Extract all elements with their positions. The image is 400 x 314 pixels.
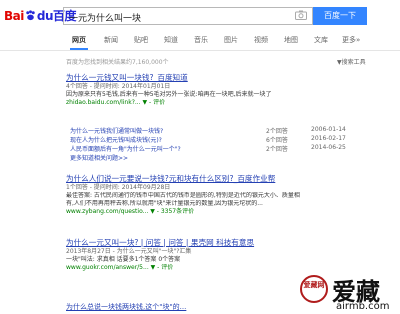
logo-text-du: du (36, 9, 54, 23)
search-tabs: 网页 新闻 贴吧 知道 音乐 图片 视频 地图 文库 更多» (0, 32, 400, 51)
result-url[interactable]: www.guokr.com/answer/5... ▼ - 评价 (66, 264, 326, 272)
seal-logo: 爱藏网 (300, 275, 328, 303)
tab-zhidao[interactable]: 知道 (164, 35, 178, 45)
tab-news[interactable]: 新闻 (104, 35, 118, 45)
result-snippet: 最佳答案: 古代民间通行的钱币中国古代的钱币是圆形的,特别是近代的银元大小、质量… (66, 192, 300, 199)
result-meta: 1个回答 - 提问时间: 2014年09月28日 (66, 184, 171, 191)
result-snippet: 一块"叫法: 求真相 话要多1个答案 0个答案 (66, 256, 181, 263)
more-related-link[interactable]: 更多知道相关问题>> (70, 153, 128, 162)
tab-more[interactable]: 更多» (342, 35, 360, 45)
result-snippet: 因为原来只有5毛钱,后来有一种5毛对另外一张说:咱再在一块吧,后来就一块了 (66, 91, 272, 98)
tab-map[interactable]: 地图 (284, 35, 298, 45)
date: 2016-02-17 (311, 135, 346, 142)
airmb-watermark: 爱藏网 爱藏 airmb.com (300, 272, 400, 314)
related-question-link[interactable]: 人民币面额后有一角"为什么一元叫一个"? (70, 146, 181, 153)
result-meta: 4个回答 - 提问时间: 2014年01月01日 (66, 83, 171, 90)
result-url[interactable]: zhidao.baidu.com/link?... ▼ - 评价 (66, 99, 326, 107)
answer-count: 2个回答 (266, 128, 288, 135)
result-title[interactable]: 为什么人们说一元要说一块钱?元和块有什么区别?_百度作业帮 (66, 174, 356, 184)
search-result: 为什么一元又叫一块? | 问答 | 问答 | 果壳网 科技有意思 2013年8月… (66, 238, 326, 272)
related-question-link[interactable]: 为什么一元钱我们通常叫做一块钱? (70, 128, 163, 135)
answer-count: 2个回答 (266, 146, 288, 153)
camera-icon[interactable] (295, 10, 307, 20)
related-question[interactable]: 为什么一元钱我们通常叫做一块钱? 2个回答 2006-01-14 (70, 126, 346, 135)
search-tools-label: 搜索工具 (341, 59, 366, 66)
search-input[interactable]: 一元为什么叫一块 (63, 7, 313, 25)
result-title[interactable]: 为什么总说一块钱两块钱,这个"块"的... (66, 302, 186, 312)
answer-count: 6个回答 (266, 137, 288, 144)
search-tools-button[interactable]: ▼搜索工具 (337, 57, 366, 66)
tab-music[interactable]: 音乐 (194, 35, 208, 45)
result-count: 百度为您找到相关结果约7,160,000个 (66, 59, 169, 66)
search-button[interactable]: 百度一下 (313, 7, 367, 25)
result-url[interactable]: www.zybang.com/questio... ▼ - 3357条评价 (66, 208, 356, 216)
search-result: 为什么一元钱又叫一块钱?_百度知道 4个回答 - 提问时间: 2014年01月0… (66, 73, 326, 107)
tab-video[interactable]: 视频 (254, 35, 268, 45)
tab-wenku[interactable]: 文库 (314, 35, 328, 45)
logo-text-bai: Bai (4, 9, 24, 23)
result-title[interactable]: 为什么一元钱又叫一块钱?_百度知道 (66, 73, 326, 83)
tab-tieba[interactable]: 贴吧 (134, 35, 148, 45)
related-question[interactable]: 现在人为什么把元钱叫成块钱(元)? 6个回答 2016-02-17 (70, 135, 346, 144)
seal-text: 爱藏网 (303, 281, 325, 289)
paw-icon (26, 10, 35, 21)
watermark-domain: airmb.com (336, 301, 390, 312)
date: 2006-01-14 (311, 126, 346, 133)
tab-web[interactable]: 网页 (70, 35, 88, 50)
related-question[interactable]: 人民币面额后有一角"为什么一元叫一个"? 2个回答 2014-06-25 (70, 144, 346, 153)
result-snippet: 有,人们不用再用秤去称,所以就用"块"来计量银元的数量,因为银元坨状的... (66, 200, 263, 207)
top-bar: Bai du百度 一元为什么叫一块 百度一下 (0, 0, 400, 32)
result-title[interactable]: 为什么一元又叫一块? | 问答 | 问答 | 果壳网 科技有意思 (66, 238, 326, 248)
date: 2014-06-25 (311, 144, 346, 151)
search-result: 为什么人们说一元要说一块钱?元和块有什么区别?_百度作业帮 1个回答 - 提问时… (66, 174, 356, 216)
result-meta: 2013年8月27日 - 为什么一元又叫"一块"?汇集 (66, 248, 192, 255)
tab-images[interactable]: 图片 (224, 35, 238, 45)
related-question-link[interactable]: 现在人为什么把元钱叫成块钱(元)? (70, 137, 162, 144)
